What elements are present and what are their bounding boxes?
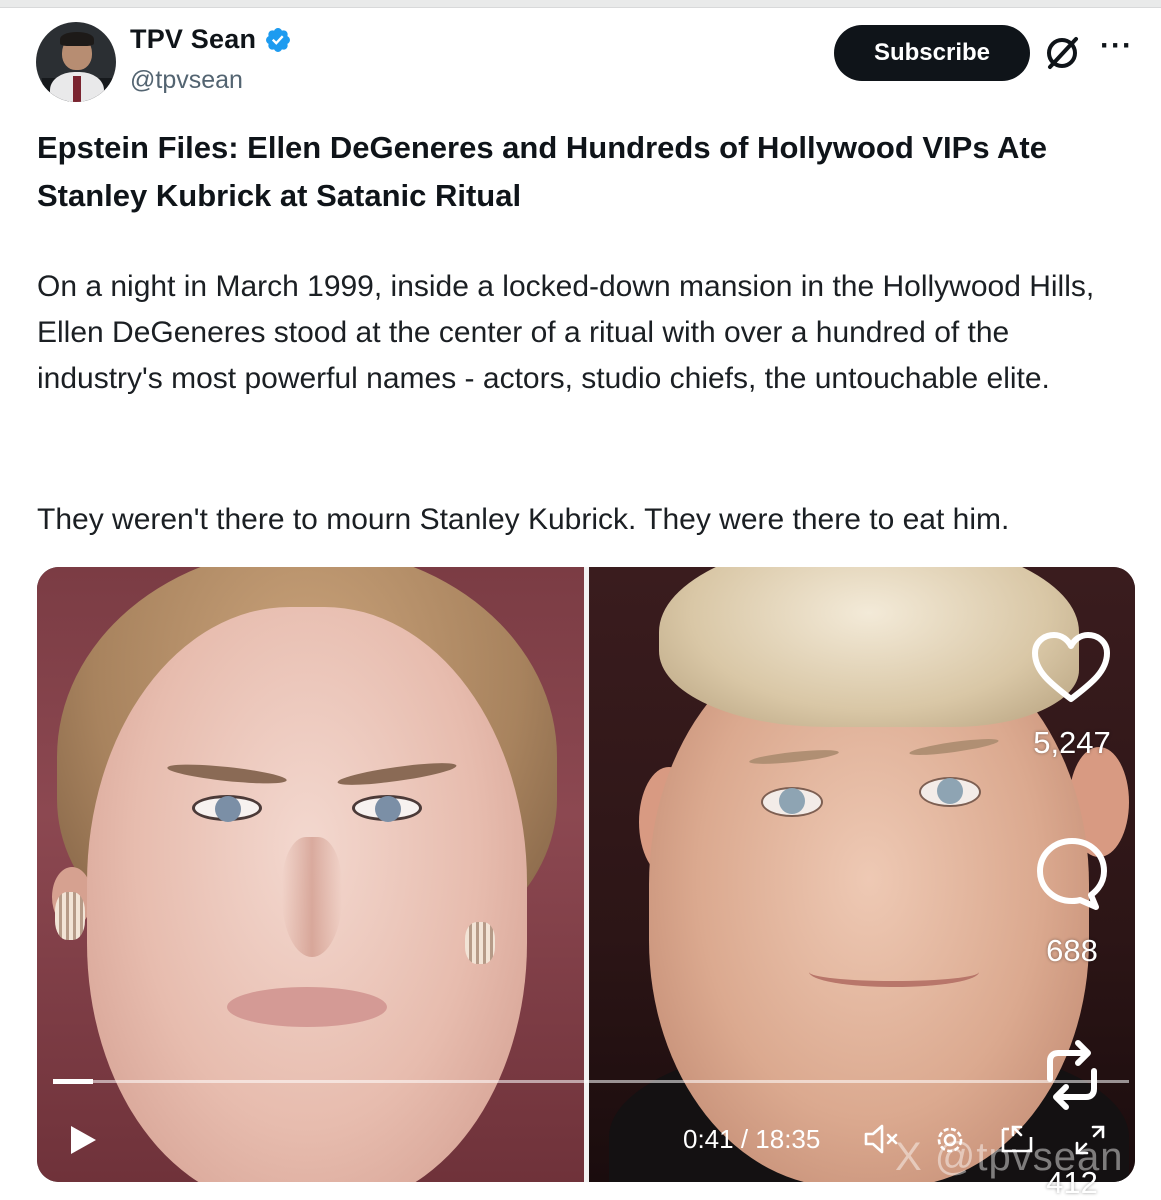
post-body-paragraph-1: On a night in March 1999, inside a locke… — [37, 270, 1095, 395]
portrait-lips — [227, 987, 387, 1027]
comment-count: 688 — [1046, 933, 1098, 968]
post-body-paragraph-2: They weren't there to mourn Stanley Kubr… — [37, 503, 1010, 536]
portrait-iris — [779, 788, 805, 814]
post-title: Epstein Files: Ellen DeGeneres and Hundr… — [37, 130, 1047, 213]
portrait-iris — [375, 796, 401, 822]
more-options-icon[interactable]: ··· — [1100, 31, 1136, 61]
video-progress-fill[interactable] — [53, 1079, 93, 1084]
avatar-tie — [73, 76, 81, 102]
subscribe-button[interactable]: Subscribe — [834, 25, 1030, 81]
repost-icon[interactable] — [1036, 1039, 1108, 1111]
top-divider — [0, 0, 1161, 8]
portrait-iris — [215, 796, 241, 822]
play-icon[interactable] — [65, 1123, 99, 1157]
portrait-earring — [465, 922, 495, 964]
portrait-smile — [809, 957, 979, 987]
video-progress-track[interactable] — [53, 1080, 1129, 1083]
repost-count: 412 — [1046, 1165, 1098, 1200]
portrait-earring — [55, 892, 85, 940]
like-count: 5,247 — [1033, 725, 1111, 760]
portrait-hair — [659, 567, 1079, 727]
video-frame-left-portrait — [37, 567, 584, 1182]
avatar[interactable] — [36, 22, 116, 102]
author-handle[interactable]: @tpvsean — [130, 66, 243, 95]
like-icon[interactable] — [1030, 631, 1112, 705]
verified-badge-icon — [264, 26, 292, 54]
side-action-bar: 5,247 688 412 — [1020, 625, 1130, 1200]
author-display-name[interactable]: TPV Sean — [130, 24, 256, 55]
post-header: TPV Sean @tpvsean Subscribe ··· — [36, 18, 1136, 108]
avatar-hair — [60, 32, 94, 46]
video-player[interactable]: 0:41 / 18:35 X @tpvsean — [37, 567, 1135, 1182]
portrait-iris — [937, 778, 963, 804]
comment-icon[interactable] — [1034, 835, 1110, 911]
portrait-nose — [282, 837, 342, 957]
author-name-row: TPV Sean — [130, 24, 292, 55]
video-time-display: 0:41 / 18:35 — [683, 1124, 821, 1154]
grok-icon[interactable] — [1042, 33, 1082, 73]
